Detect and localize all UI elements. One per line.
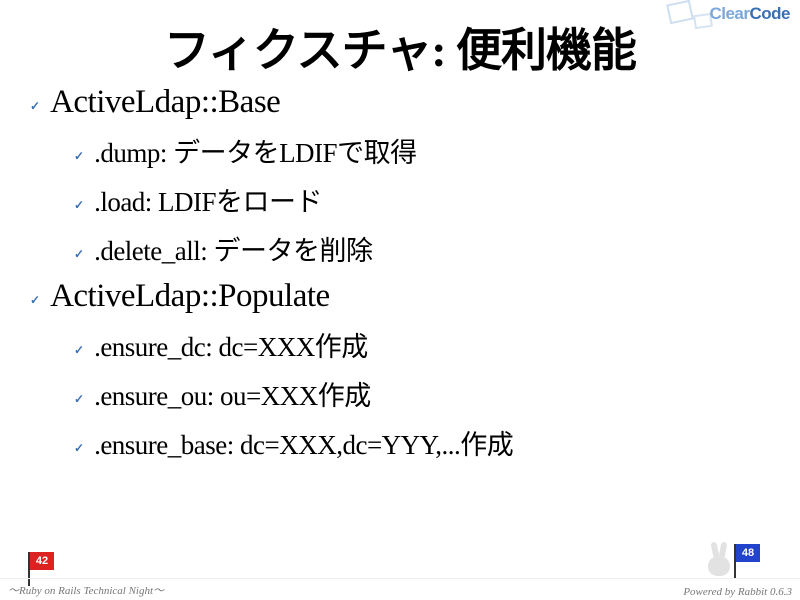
list-item: ✓ .ensure_ou: ou=XXX作成 (74, 374, 776, 413)
check-icon: ✓ (74, 441, 84, 455)
flag-number: 48 (736, 544, 760, 562)
rabbit-icon (702, 544, 738, 580)
bullet-list: ✓ ActiveLdap::Base ✓ .dump: データをLDIFで取得 … (24, 84, 776, 462)
brand-logo: ClearCode (709, 4, 790, 24)
check-icon: ✓ (74, 198, 84, 212)
list-item: ✓ .delete_all: データを削除 (74, 229, 776, 268)
footer-left: 〜Ruby on Rails Technical Night〜 (8, 582, 164, 598)
item-label: .ensure_dc: dc=XXX作成 (94, 325, 368, 364)
check-icon: ✓ (74, 392, 84, 406)
check-icon: ✓ (30, 293, 40, 307)
footer-right: Powered by Rabbit 0.6.3 (683, 586, 792, 598)
sub-list: ✓ .ensure_dc: dc=XXX作成 ✓ .ensure_ou: ou=… (74, 325, 776, 462)
flag-number: 42 (30, 552, 54, 570)
list-item: ✓ .ensure_base: dc=XXX,dc=YYY,...作成 (74, 423, 776, 462)
list-item: ✓ ActiveLdap::Base ✓ .dump: データをLDIFで取得 … (30, 84, 776, 268)
list-item: ✓ ActiveLdap::Populate ✓ .ensure_dc: dc=… (30, 278, 776, 462)
item-label: .load: LDIFをロード (94, 180, 322, 219)
item-label: .dump: データをLDIFで取得 (94, 131, 417, 170)
item-label: .ensure_base: dc=XXX,dc=YYY,...作成 (94, 423, 513, 462)
check-icon: ✓ (30, 99, 40, 113)
list-item: ✓ .dump: データをLDIFで取得 (74, 131, 776, 170)
progress-flag-total: 48 (734, 544, 760, 574)
slide: ClearCode フィクスチャ: 便利機能 ✓ ActiveLdap::Bas… (0, 0, 800, 600)
check-icon: ✓ (74, 343, 84, 357)
list-item: ✓ .load: LDIFをロード (74, 180, 776, 219)
item-label: .ensure_ou: ou=XXX作成 (94, 374, 371, 413)
check-icon: ✓ (74, 247, 84, 261)
logo-text-left: Clear (709, 4, 749, 23)
item-label: ActiveLdap::Populate (50, 278, 330, 315)
list-item: ✓ .ensure_dc: dc=XXX作成 (74, 325, 776, 364)
logo-text-right: Code (750, 4, 791, 23)
slide-title: フィクスチャ: 便利機能 (24, 14, 776, 80)
item-label: .delete_all: データを削除 (94, 229, 372, 268)
footer: 〜Ruby on Rails Technical Night〜 Powered … (0, 578, 800, 600)
item-label: ActiveLdap::Base (50, 84, 280, 121)
sub-list: ✓ .dump: データをLDIFで取得 ✓ .load: LDIFをロード ✓… (74, 131, 776, 268)
check-icon: ✓ (74, 149, 84, 163)
